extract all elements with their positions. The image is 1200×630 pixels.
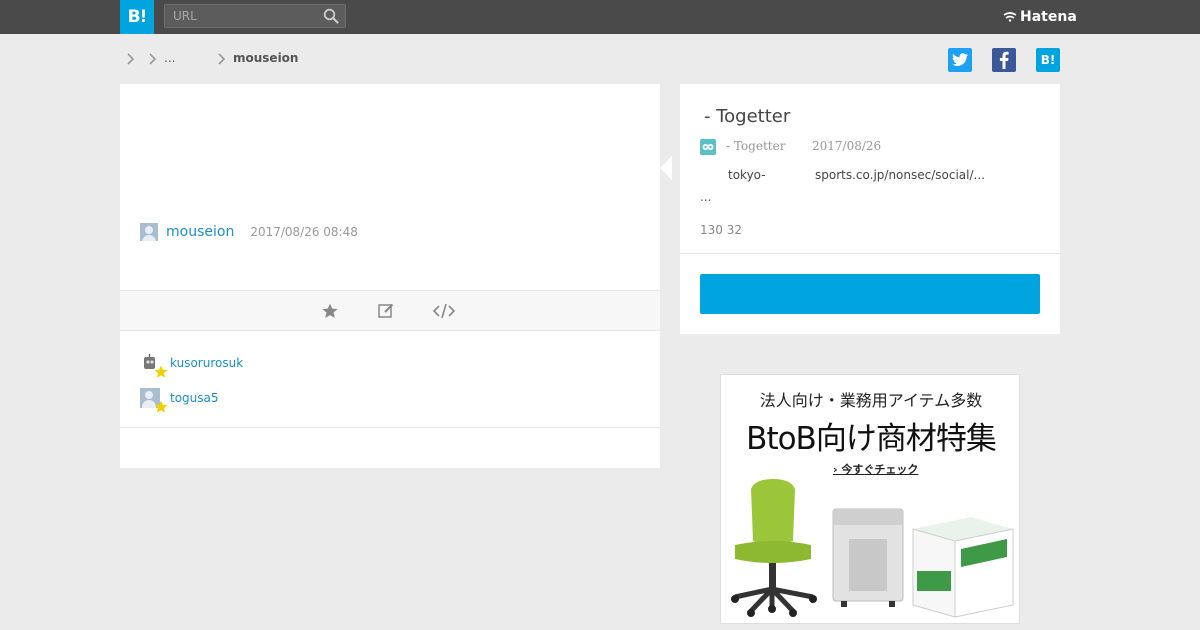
hatena-bookmark-logo[interactable]: B! (120, 0, 154, 34)
edit-icon[interactable] (377, 302, 395, 320)
star-icon[interactable] (321, 302, 339, 320)
star-list-item: togusa5 (140, 387, 219, 413)
bookmark-cta-button[interactable] (700, 274, 1040, 314)
togetter-favicon-icon (700, 139, 716, 155)
paper-shredder-icon (832, 508, 904, 607)
share-hatena-button[interactable]: B! (1036, 48, 1060, 72)
divider (120, 427, 660, 428)
entry-url-path[interactable]: sports.co.jp/nonsec/social/... (815, 168, 985, 182)
hatena-bookmark-icon: B! (1040, 53, 1056, 67)
advertisement-banner[interactable]: 法人向け・業務用アイテム多数 BtoB向け商材特集 › 今すぐチェック (720, 374, 1020, 624)
ad-headline: 法人向け・業務用アイテム多数 (759, 391, 983, 410)
ad-product-image (731, 479, 1014, 618)
star-icon (154, 365, 168, 378)
facebook-icon (999, 51, 1009, 69)
chevron-right-icon (218, 53, 226, 65)
star-user-link[interactable]: kusorurosuk (170, 356, 243, 370)
entry-card: - Togetter - Togetter 2017/08/26 tokyo- … (680, 84, 1060, 334)
avatar[interactable] (140, 388, 168, 413)
breadcrumb-item-ellipsis[interactable]: ... (164, 51, 175, 65)
avatar[interactable] (140, 353, 168, 378)
share-facebook-button[interactable] (992, 48, 1016, 72)
star-user-link[interactable]: togusa5 (170, 391, 219, 405)
top-bar: B! Hatena (0, 0, 1200, 34)
comment-card: mouseion 2017/08/26 08:48 kusorurosuk to… (120, 84, 660, 468)
office-chair-icon (731, 479, 817, 617)
star-icon (154, 400, 168, 413)
search-icon[interactable] (323, 8, 339, 24)
breadcrumb-current: mouseion (233, 51, 299, 65)
hatena-brand-link[interactable]: Hatena (1003, 8, 1077, 26)
entry-url-prefix[interactable]: tokyo- (728, 168, 766, 182)
search-box (164, 4, 346, 28)
comment-timestamp[interactable]: 2017/08/26 08:48 (250, 225, 358, 239)
chevron-right-icon (127, 53, 135, 65)
ad-title: BtoB向け商材特集 (746, 421, 997, 457)
card-pointer (660, 156, 672, 180)
star-list-item: kusorurosuk (140, 352, 243, 378)
comment-user-link[interactable]: mouseion (166, 224, 234, 240)
entry-date: 2017/08/26 (812, 139, 882, 153)
entry-counts: 130 32 (700, 223, 742, 237)
hatena-brand-text: Hatena (1020, 9, 1077, 25)
share-twitter-button[interactable] (948, 48, 972, 72)
copy-paper-box-icon (912, 517, 1014, 618)
entry-site-name[interactable]: - Togetter (726, 139, 785, 153)
entry-description: ... (700, 190, 712, 204)
ad-cta-text: 今すぐチェック (841, 463, 919, 476)
chevron-right-icon (149, 53, 157, 65)
embed-code-icon[interactable] (432, 302, 456, 320)
comment-header: mouseion 2017/08/26 08:48 (140, 222, 358, 242)
ad-cta-link[interactable]: › 今すぐチェック (833, 461, 918, 477)
hatena-logo-icon (1003, 12, 1017, 22)
comment-toolbar (120, 290, 660, 331)
search-input[interactable] (165, 5, 315, 27)
divider (680, 253, 1060, 254)
avatar[interactable] (140, 223, 158, 241)
entry-title[interactable]: - Togetter (704, 106, 790, 127)
twitter-icon (952, 53, 968, 66)
logo-text: B! (127, 7, 148, 27)
